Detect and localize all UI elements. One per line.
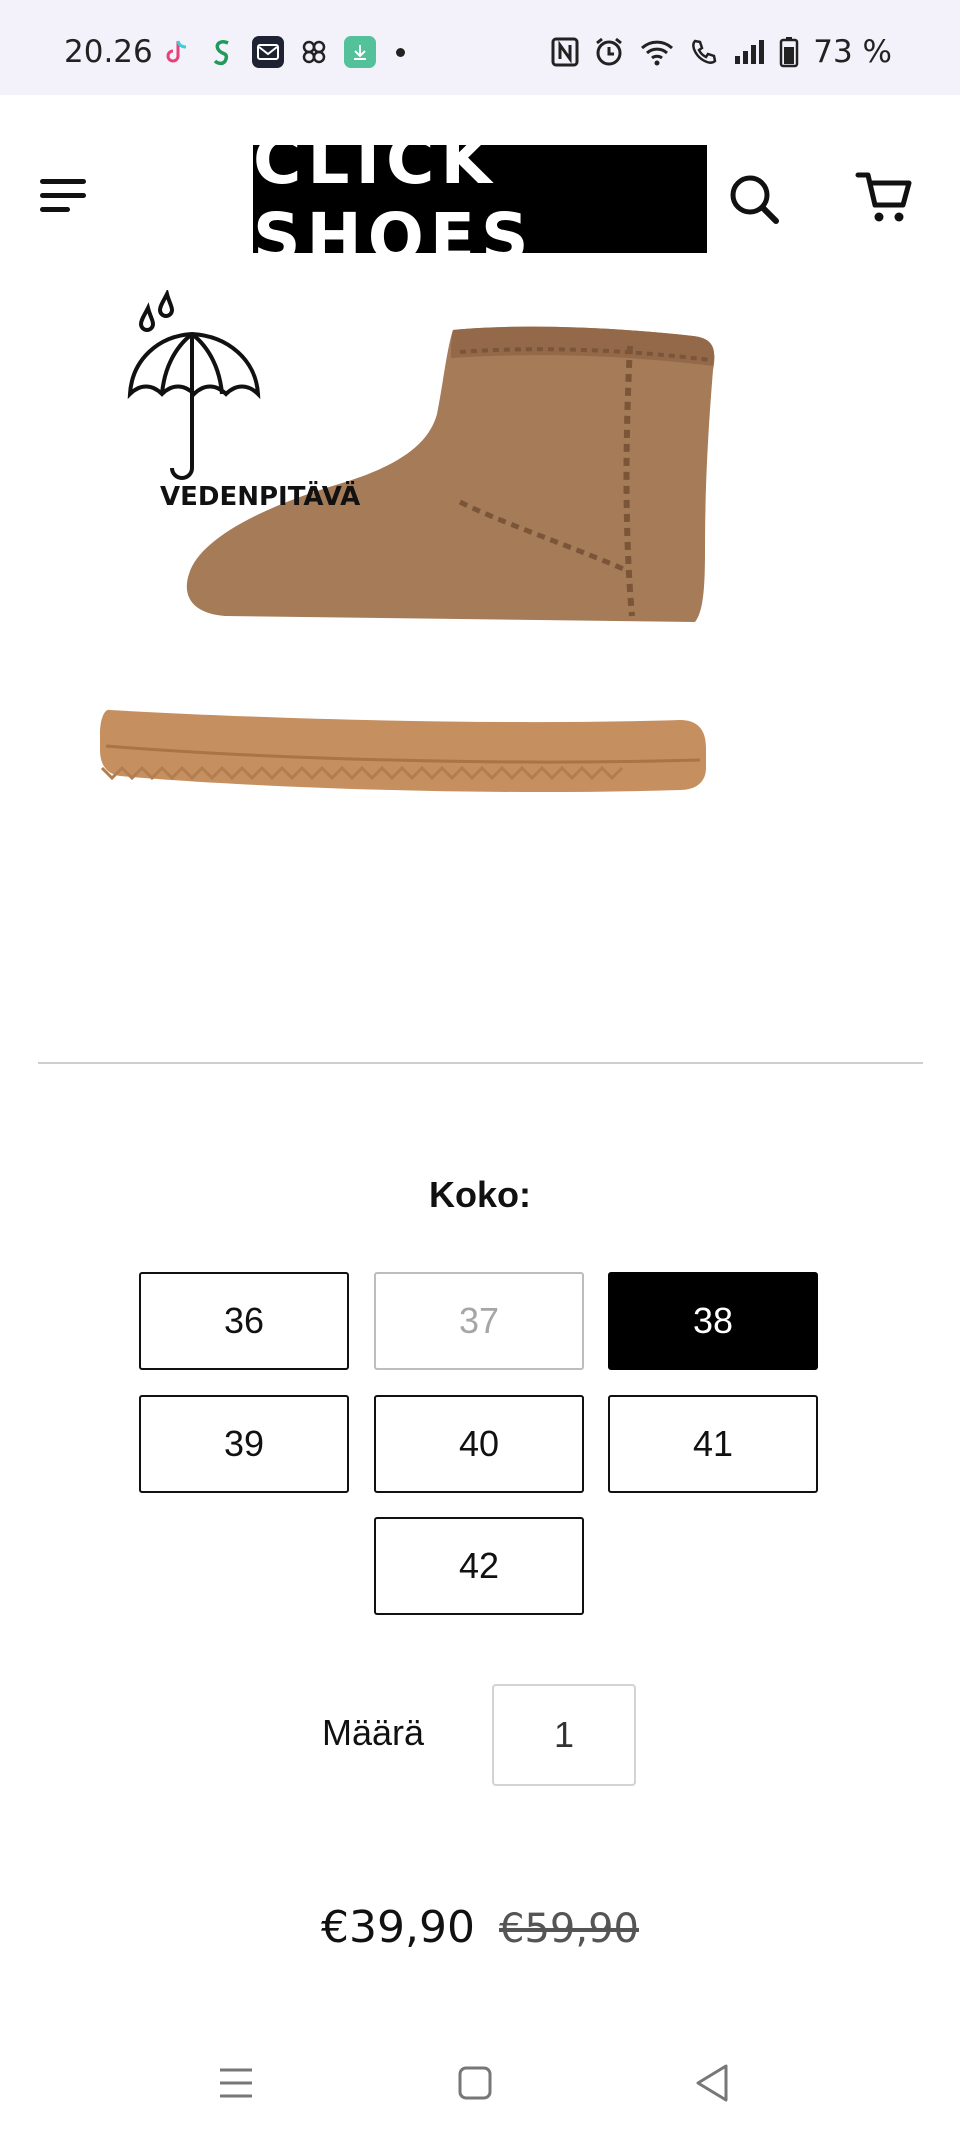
size-label: Koko:: [429, 1174, 531, 1215]
size-option[interactable]: 39: [139, 1395, 349, 1493]
back-button[interactable]: [684, 2058, 744, 2108]
call-icon: [692, 39, 717, 64]
search-icon: [730, 175, 779, 224]
status-time: 20.26: [64, 34, 153, 70]
waterproof-badge-label: VEDENPITÄVÄ: [160, 482, 361, 512]
site-header: CLICK SHOES: [0, 95, 960, 295]
cart-button[interactable]: [854, 167, 914, 227]
home-icon: [458, 2066, 492, 2100]
product-image[interactable]: [90, 290, 870, 850]
mail-icon: [252, 36, 284, 68]
home-button[interactable]: [445, 2058, 505, 2108]
menu-icon-line: [40, 207, 70, 212]
status-system-icons: 73 %: [551, 34, 892, 70]
size-option[interactable]: 41: [608, 1395, 818, 1493]
menu-icon-line: [40, 179, 86, 184]
quantity-label: Määrä: [322, 1712, 425, 1753]
size-option[interactable]: 37: [374, 1272, 584, 1370]
battery-percent: 73 %: [813, 34, 892, 70]
recents-icon: [220, 2068, 252, 2098]
back-icon: [696, 2064, 728, 2102]
recent-apps-button[interactable]: [206, 2058, 266, 2108]
wifi-icon: [641, 40, 674, 66]
tiktok-icon: [160, 36, 192, 68]
size-option[interactable]: 42: [374, 1517, 584, 1615]
site-logo[interactable]: CLICK SHOES: [253, 122, 707, 276]
size-option[interactable]: 38: [608, 1272, 818, 1370]
system-nav-bar: [0, 2030, 960, 2133]
download-icon: [344, 36, 376, 68]
notification-dot: [396, 47, 405, 57]
menu-icon-line: [40, 193, 86, 198]
s-app-icon: [206, 36, 238, 68]
nfc-icon: [551, 37, 579, 67]
status-app-icons: [160, 36, 405, 68]
sale-price: €39,90: [321, 1902, 475, 1953]
battery-icon: [779, 37, 799, 68]
pinwheel-icon: [298, 36, 330, 68]
search-button[interactable]: [726, 171, 782, 227]
section-divider: [38, 1062, 923, 1064]
umbrella-icon: [127, 290, 261, 480]
price-row: €39,90 €59,90: [0, 1902, 960, 1953]
status-bar: 20.26 73 %: [0, 0, 960, 95]
compare-price: €59,90: [499, 1906, 639, 1952]
size-option[interactable]: 40: [374, 1395, 584, 1493]
alarm-icon: [596, 37, 623, 66]
signal-icon: [735, 40, 765, 64]
menu-button[interactable]: [36, 175, 92, 215]
cart-icon: [855, 172, 912, 222]
quantity-input[interactable]: 1: [492, 1684, 636, 1786]
size-option[interactable]: 36: [139, 1272, 349, 1370]
